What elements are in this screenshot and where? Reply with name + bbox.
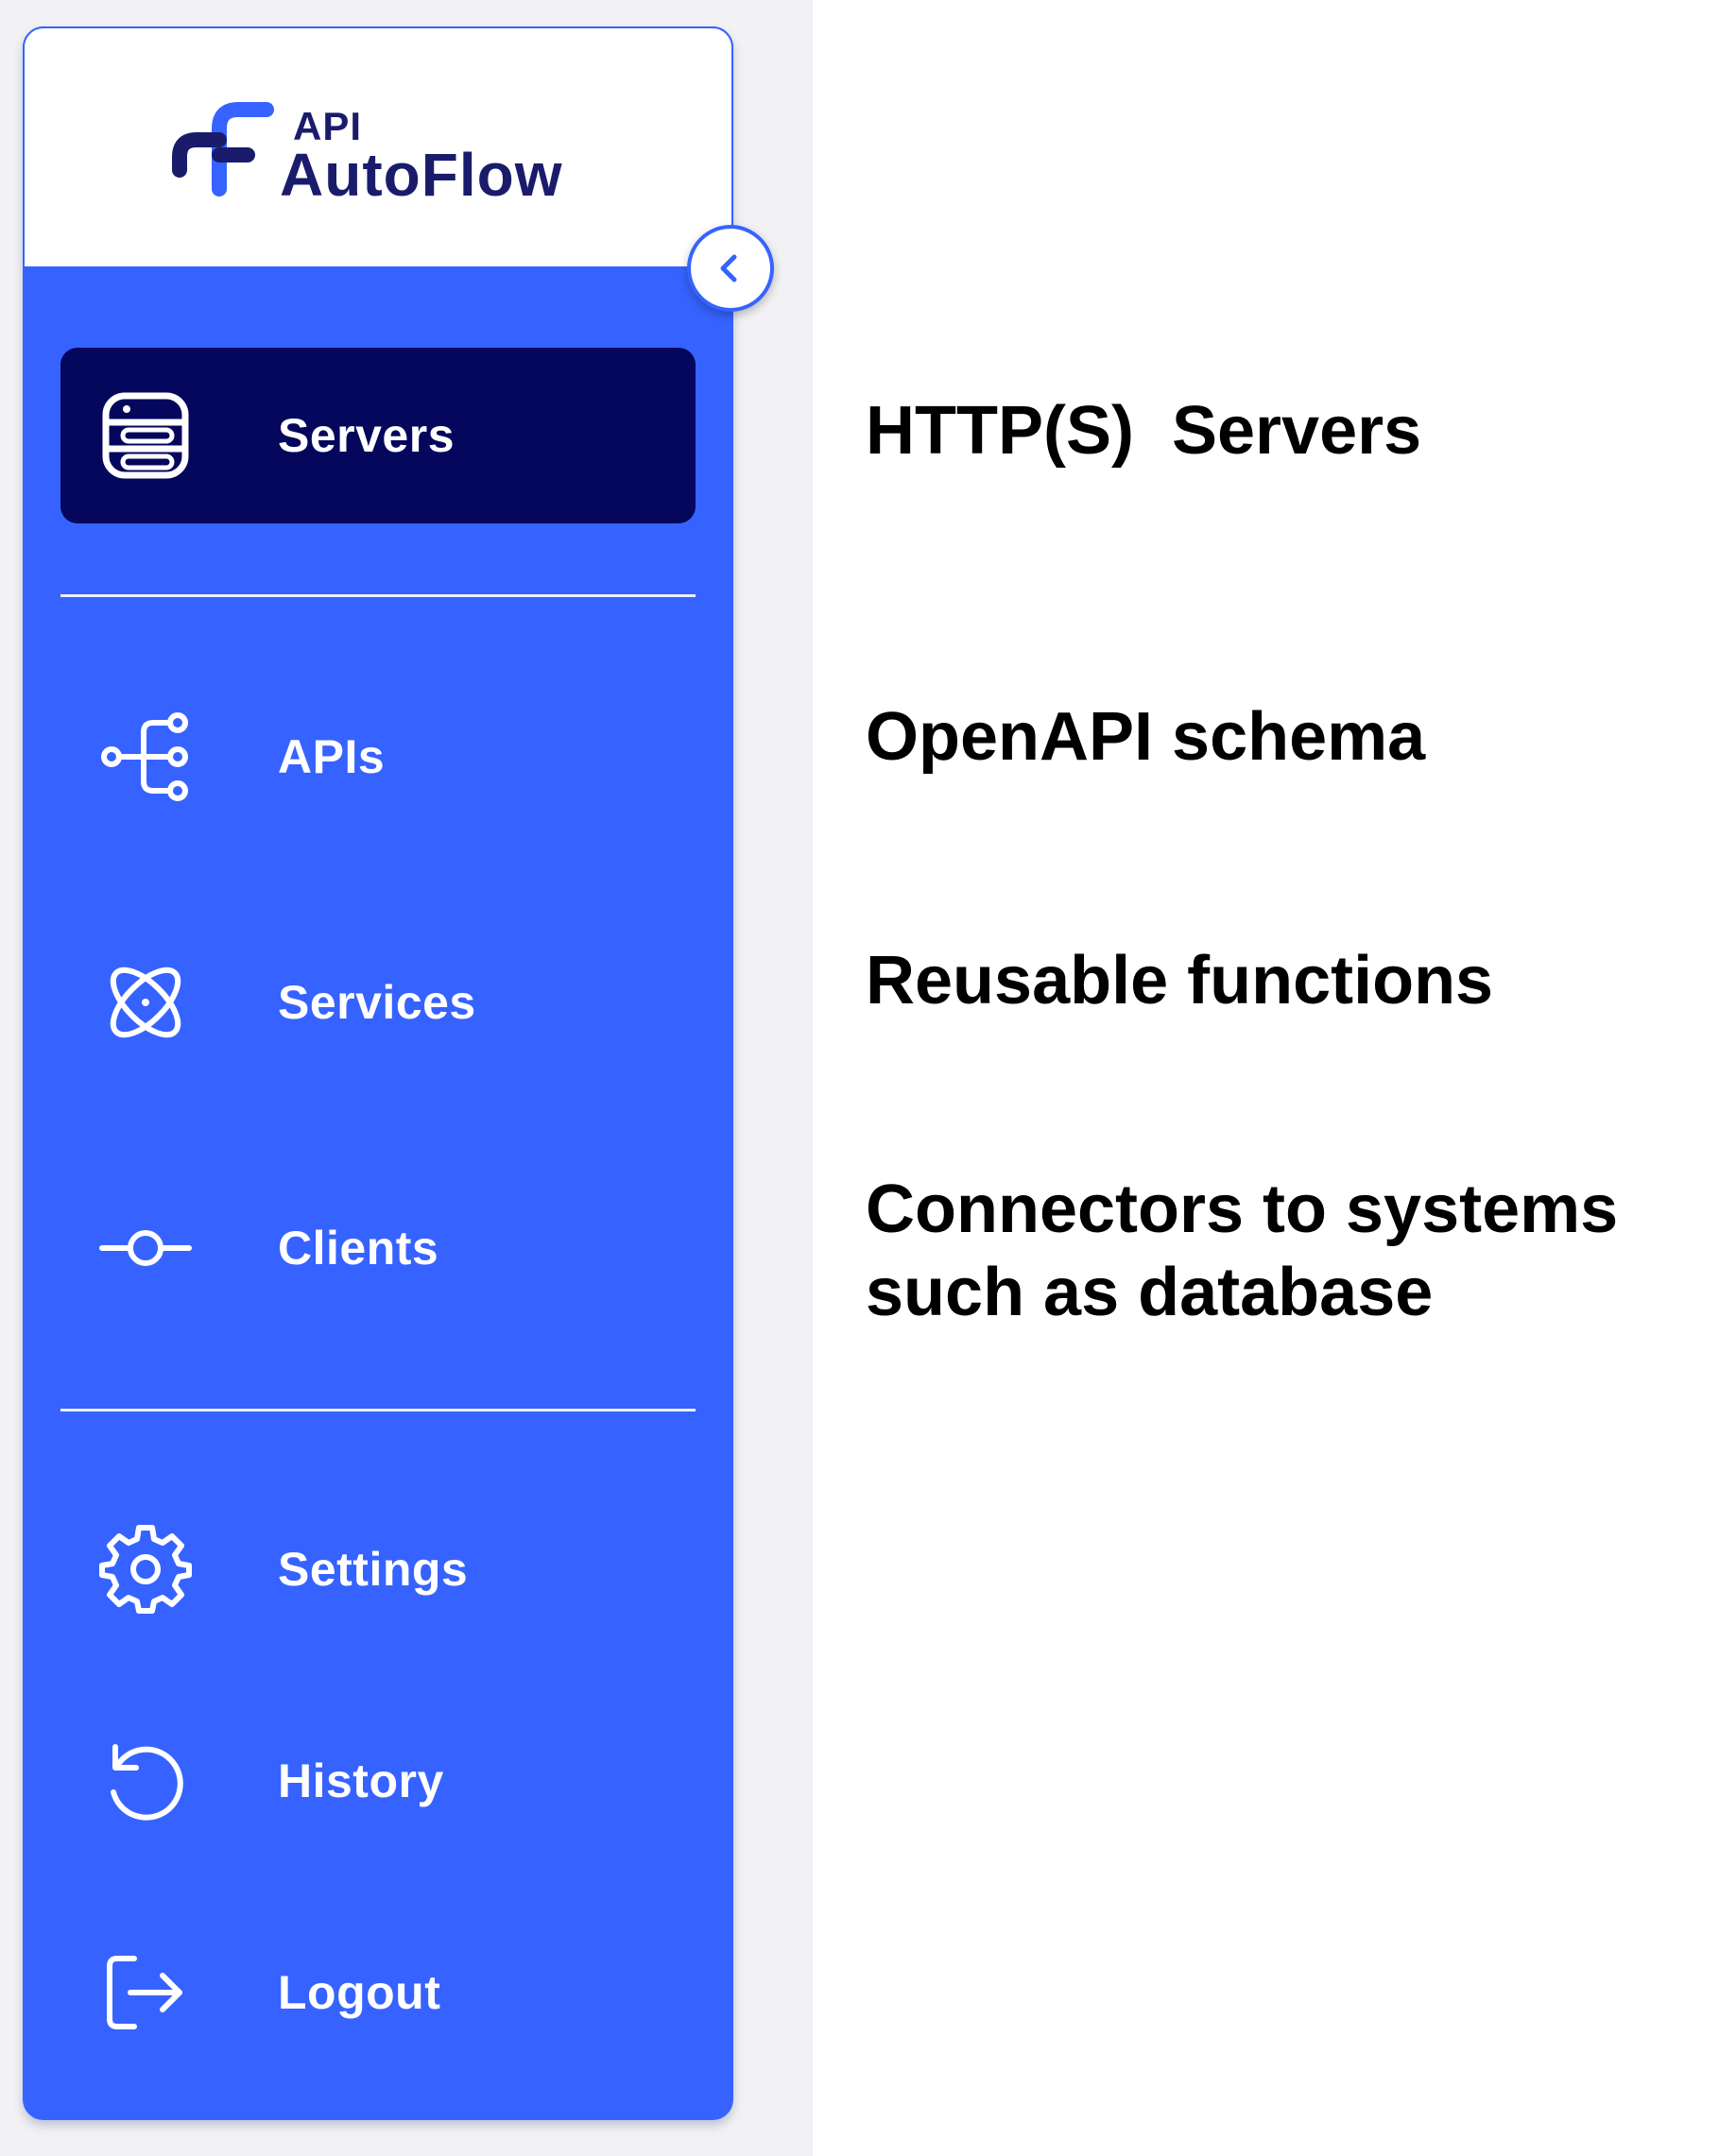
sidebar-item-label: History	[278, 1754, 444, 1807]
logo-area: API AutoFlow	[23, 26, 733, 268]
logo-mark	[172, 102, 274, 197]
description-apis: OpenAPI schema	[866, 699, 1426, 775]
sidebar-item-apis[interactable]: APIs	[60, 669, 696, 845]
api-branch-icon	[98, 710, 193, 804]
sidebar-item-label: APIs	[278, 730, 386, 783]
logo-name-text: AutoFlow	[280, 141, 563, 209]
sidebar: API AutoFlow Servers APIs Services Clien…	[23, 26, 774, 2120]
divider	[60, 1409, 696, 1412]
server-icon	[98, 388, 193, 483]
gear-icon	[98, 1522, 193, 1617]
sidebar-item-settings[interactable]: Settings	[60, 1481, 696, 1657]
divider	[60, 594, 696, 597]
sidebar-item-label: Settings	[278, 1543, 469, 1596]
description-clients: Connectors to systems such as database	[866, 1172, 1619, 1330]
sidebar-item-label: Servers	[278, 409, 455, 462]
sidebar-item-clients[interactable]: Clients	[60, 1160, 696, 1336]
sidebar-item-services[interactable]: Services	[60, 915, 696, 1090]
sidebar-item-history[interactable]: History	[60, 1693, 696, 1869]
chevron-left-icon	[720, 254, 737, 282]
history-icon	[98, 1734, 193, 1828]
collapse-sidebar-button[interactable]	[687, 225, 774, 312]
sidebar-item-label: Clients	[278, 1222, 439, 1275]
sidebar-item-label: Services	[278, 976, 476, 1029]
description-services: Reusable functions	[866, 943, 1494, 1018]
sidebar-item-logout[interactable]: Logout	[60, 1905, 696, 2080]
logout-icon	[98, 1945, 193, 2040]
atom-icon	[98, 955, 193, 1050]
description-servers: HTTP(S) Servers	[866, 393, 1422, 469]
commit-node-icon	[98, 1201, 193, 1295]
sidebar-item-label: Logout	[278, 1966, 441, 2019]
sidebar-item-servers[interactable]: Servers	[60, 348, 696, 523]
